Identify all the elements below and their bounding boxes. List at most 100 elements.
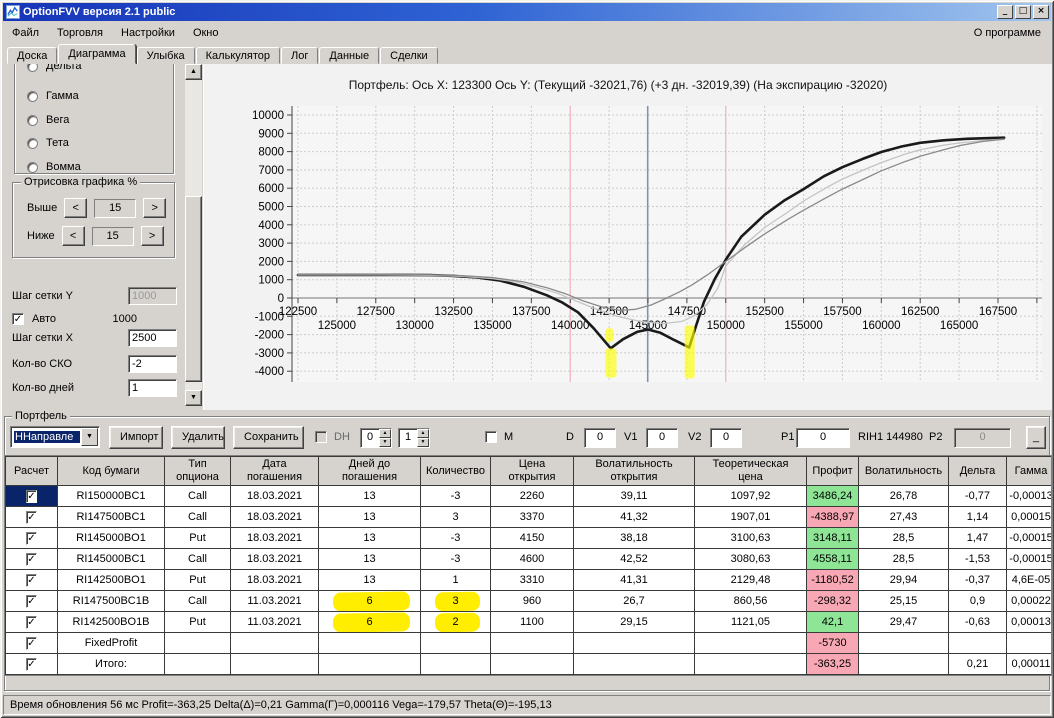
qty-cell[interactable]: 2 [421, 612, 491, 633]
theo-cell[interactable]: 2129,48 [695, 570, 807, 591]
vol_open-cell[interactable]: 41,31 [574, 570, 695, 591]
vol-cell[interactable] [859, 633, 949, 654]
below-decrement-button[interactable]: < [62, 226, 85, 246]
spinner-arrows-icon[interactable]: ▲▼ [379, 429, 391, 447]
above-decrement-button[interactable]: < [64, 198, 87, 218]
vol-cell[interactable]: 28,5 [859, 549, 949, 570]
delta-cell[interactable]: -0,63 [949, 612, 1007, 633]
column-header-days[interactable]: Дней до погашения [319, 457, 421, 486]
date-cell[interactable]: 18.03.2021 [231, 528, 319, 549]
calc-checkbox[interactable]: ✓ [26, 637, 36, 650]
delete-button[interactable]: Удалить [171, 426, 225, 449]
column-header-vol[interactable]: Волатильность [859, 457, 949, 486]
vol-cell[interactable]: 28,5 [859, 528, 949, 549]
price-cell[interactable]: 4600 [491, 549, 574, 570]
days-count-input[interactable]: 1 [128, 379, 177, 397]
column-header-code[interactable]: Код бумаги [58, 457, 165, 486]
calc-cell[interactable]: ✓ [6, 507, 58, 528]
calc-cell[interactable]: ✓ [6, 528, 58, 549]
v2-field[interactable]: 0 [710, 428, 742, 448]
tab-calculator[interactable]: Калькулятор [196, 47, 280, 64]
code-cell[interactable]: RI142500BO1B [58, 612, 165, 633]
profit-cell[interactable]: -1180,52 [807, 570, 859, 591]
type-cell[interactable]: Call [165, 486, 231, 507]
code-cell[interactable]: RI150000BC1 [58, 486, 165, 507]
qty-cell[interactable]: -3 [421, 549, 491, 570]
date-cell[interactable] [231, 654, 319, 675]
price-cell[interactable]: 960 [491, 591, 574, 612]
vol_open-cell[interactable]: 39,11 [574, 486, 695, 507]
gamma-cell[interactable]: 0,00011 [1007, 654, 1053, 675]
price-cell[interactable]: 3370 [491, 507, 574, 528]
qty-cell[interactable] [421, 654, 491, 675]
profit-cell[interactable]: -5730 [807, 633, 859, 654]
tab-data[interactable]: Данные [319, 47, 379, 64]
grid-step-y-input[interactable]: 1000 [128, 287, 177, 305]
vol-cell[interactable]: 26,78 [859, 486, 949, 507]
vol_open-cell[interactable]: 41,32 [574, 507, 695, 528]
maximize-button[interactable]: □ [1015, 5, 1031, 19]
gamma-cell[interactable]: -0,00015 [1007, 549, 1053, 570]
below-increment-button[interactable]: > [141, 226, 164, 246]
date-cell[interactable]: 18.03.2021 [231, 507, 319, 528]
greek-radio-1[interactable]: Дельта [27, 64, 82, 73]
column-header-type[interactable]: Тип опциона [165, 457, 231, 486]
column-header-gamma[interactable]: Гамма [1007, 457, 1053, 486]
code-cell[interactable]: RI147500BC1B [58, 591, 165, 612]
tab-smile[interactable]: Улыбка [137, 47, 195, 64]
delta-cell[interactable]: 0,21 [949, 654, 1007, 675]
delta-cell[interactable] [949, 633, 1007, 654]
above-increment-button[interactable]: > [143, 198, 166, 218]
menu-trading[interactable]: Торговля [48, 24, 112, 42]
code-cell[interactable]: Итого: [58, 654, 165, 675]
theo-cell[interactable]: 860,56 [695, 591, 807, 612]
calc-checkbox[interactable]: ✓ [26, 553, 36, 566]
profit-cell[interactable]: 4558,11 [807, 549, 859, 570]
qty-cell[interactable]: -3 [421, 486, 491, 507]
column-header-theo[interactable]: Теоретическая цена [695, 457, 807, 486]
type-cell[interactable] [165, 654, 231, 675]
profit-cell[interactable]: 3148,11 [807, 528, 859, 549]
calc-cell[interactable]: ✓ [6, 570, 58, 591]
qty-cell[interactable]: 3 [421, 507, 491, 528]
column-header-date[interactable]: Дата погашения [231, 457, 319, 486]
date-cell[interactable]: 18.03.2021 [231, 549, 319, 570]
tab-deals[interactable]: Сделки [380, 47, 438, 64]
vol_open-cell[interactable]: 42,52 [574, 549, 695, 570]
profit-cell[interactable]: 3486,24 [807, 486, 859, 507]
radio-icon[interactable] [27, 64, 38, 72]
dh-spinner-1[interactable]: 0 ▲▼ [360, 428, 392, 448]
gamma-cell[interactable]: -0,00015 [1007, 528, 1053, 549]
calc-checkbox[interactable]: ✓ [26, 616, 36, 629]
vol_open-cell[interactable] [574, 633, 695, 654]
days-cell[interactable]: 13 [319, 507, 421, 528]
vol-cell[interactable] [859, 654, 949, 675]
column-header-delta[interactable]: Дельта [949, 457, 1007, 486]
type-cell[interactable]: Call [165, 507, 231, 528]
calc-cell[interactable]: ✓ [6, 549, 58, 570]
days-cell[interactable]: 13 [319, 549, 421, 570]
code-cell[interactable]: RI142500BO1 [58, 570, 165, 591]
v1-field[interactable]: 0 [646, 428, 678, 448]
above-value[interactable]: 15 [94, 199, 136, 218]
vol_open-cell[interactable]: 38,18 [574, 528, 695, 549]
code-cell[interactable]: RI145000BO1 [58, 528, 165, 549]
gamma-cell[interactable] [1007, 633, 1053, 654]
spinner-arrows-icon[interactable]: ▲▼ [417, 429, 429, 447]
price-cell[interactable] [491, 654, 574, 675]
theo-cell[interactable]: 3100,63 [695, 528, 807, 549]
menu-about[interactable]: О программе [964, 24, 1051, 42]
days-cell[interactable]: 6 [319, 612, 421, 633]
gamma-cell[interactable]: 4,6E-05 [1007, 570, 1053, 591]
import-button[interactable]: Импорт [109, 426, 163, 449]
date-cell[interactable]: 18.03.2021 [231, 570, 319, 591]
auto-checkbox[interactable]: ✓ [12, 313, 24, 325]
tab-diagram[interactable]: Диаграмма [58, 44, 135, 64]
price-cell[interactable]: 1100 [491, 612, 574, 633]
theo-cell[interactable]: 1097,92 [695, 486, 807, 507]
d-field[interactable]: 0 [584, 428, 616, 448]
menu-file[interactable]: Файл [3, 24, 48, 42]
code-cell[interactable]: RI147500BC1 [58, 507, 165, 528]
radio-icon[interactable] [27, 91, 38, 102]
sko-count-input[interactable]: -2 [128, 355, 177, 373]
